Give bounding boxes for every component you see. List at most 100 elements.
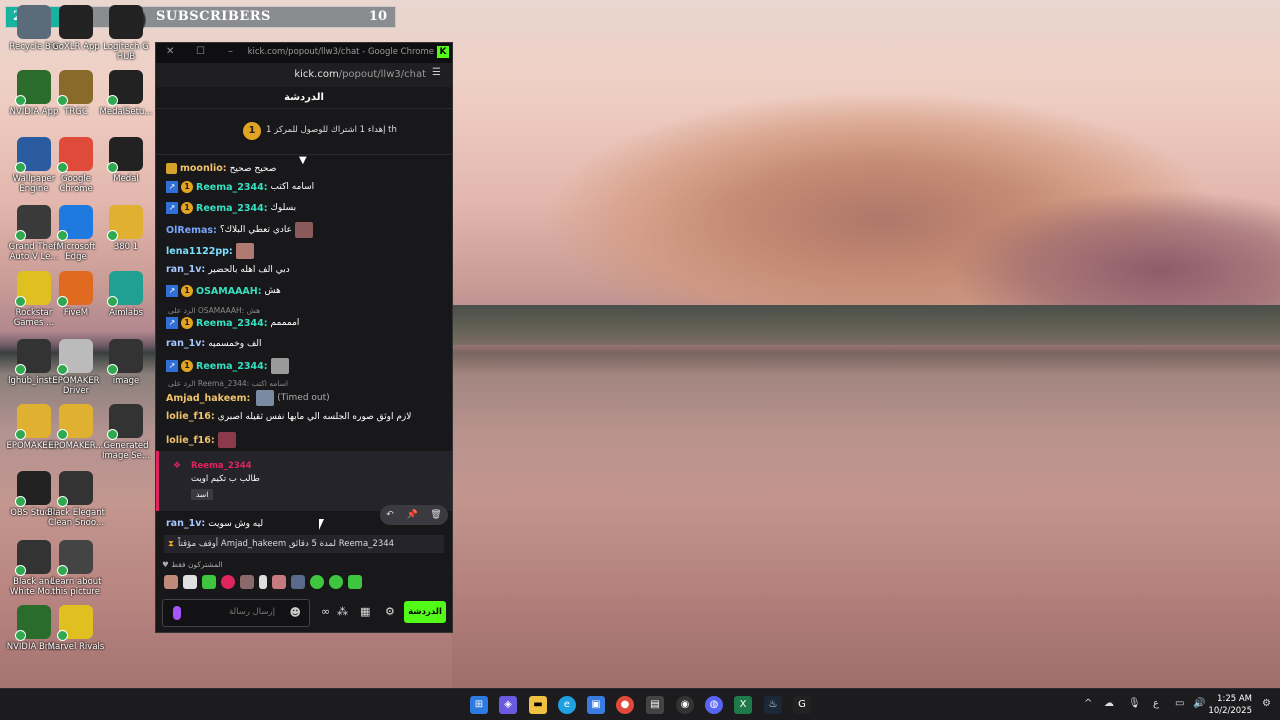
chat-message[interactable]: OlRemas: عادي تعطي البلاك؟ bbox=[166, 222, 313, 238]
highlighted-message[interactable]: ❖ Reema_2344 طالب ب تكيم اويت اسد bbox=[156, 451, 452, 511]
emote-row bbox=[164, 575, 362, 589]
reply-reference[interactable]: الرد على Reema_2344: اسامه اكتب bbox=[168, 379, 288, 388]
mic-icon[interactable] bbox=[173, 606, 181, 620]
emote-button[interactable] bbox=[202, 575, 216, 589]
chat-username[interactable]: Reema_2344: bbox=[196, 318, 268, 329]
chat-username[interactable]: ran_1v: bbox=[166, 264, 205, 275]
desktop-icon[interactable]: MedalSetu... bbox=[95, 70, 157, 117]
chat-message[interactable]: ↗ 1 OSAMAAAH: هش bbox=[166, 285, 281, 297]
gift-leaderboard-banner[interactable]: 1 إهداء 1 اشتراك للوصول للمركز 1 th bbox=[156, 109, 452, 155]
chat-message[interactable]: moonlio: صحيح صحيح bbox=[166, 163, 276, 174]
highlight-icon: ❖ bbox=[173, 461, 182, 471]
onedrive-icon[interactable]: ☁ bbox=[1104, 698, 1114, 709]
chat-username[interactable]: lena1122pp: bbox=[166, 246, 233, 257]
github-icon[interactable]: ◉ bbox=[676, 696, 694, 714]
microphone-icon[interactable]: 🎙 bbox=[1128, 698, 1141, 709]
edge-icon[interactable]: e bbox=[558, 696, 576, 714]
desktop-icon[interactable]: 380 1 bbox=[95, 205, 157, 252]
chat-username[interactable]: moonlio: bbox=[180, 163, 227, 174]
chat-message[interactable]: ↗ 1 Reema_2344: اممممم bbox=[166, 317, 299, 329]
sync-status-icon bbox=[57, 95, 68, 106]
calculator-icon[interactable]: ▤ bbox=[646, 696, 664, 714]
maximize-window-icon[interactable]: ☐ bbox=[196, 46, 205, 57]
pin-icon[interactable]: 📌 bbox=[406, 510, 417, 520]
emote-button[interactable] bbox=[221, 575, 235, 589]
chat-text: دبي الف اهله بالحضير bbox=[208, 264, 290, 275]
desktop-icon[interactable]: Learn about this picture bbox=[45, 540, 107, 597]
chat-message[interactable]: ↗ 1 Reema_2344: اسامه اكتب bbox=[166, 181, 314, 193]
chat-send-button[interactable]: الدردشة bbox=[404, 601, 446, 623]
emoji-icon[interactable]: ☻ bbox=[290, 606, 301, 619]
desktop-icon[interactable]: Marvel Rivals bbox=[45, 605, 107, 652]
chat-username[interactable]: Reema_2344: bbox=[196, 182, 268, 193]
emote-button[interactable] bbox=[164, 575, 178, 589]
chat-username[interactable]: Amjad_hakeem: bbox=[166, 393, 250, 404]
emote-button[interactable] bbox=[183, 575, 197, 589]
emote-button[interactable] bbox=[348, 575, 362, 589]
settings-gear-icon[interactable]: ⚙ bbox=[385, 605, 395, 618]
desktop-icon[interactable]: Medal bbox=[95, 137, 157, 184]
emote-button[interactable] bbox=[259, 575, 267, 589]
desktop-icon[interactable]: Logitech G HUB bbox=[95, 5, 157, 62]
chat-username[interactable]: OlRemas: bbox=[166, 225, 217, 236]
chat-message[interactable]: ↗ 1 Reema_2344: bbox=[166, 358, 289, 374]
emote-button[interactable] bbox=[240, 575, 254, 589]
sync-status-icon bbox=[15, 296, 26, 307]
emote-button[interactable] bbox=[310, 575, 324, 589]
file-explorer-icon[interactable]: ▬ bbox=[529, 696, 547, 714]
chat-message[interactable]: Amjad_hakeem: (Timed out) bbox=[166, 390, 330, 406]
highlight-username[interactable]: Reema_2344 bbox=[191, 461, 252, 471]
window-title: kick.com/popout/llw3/chat - Google Chrom… bbox=[247, 47, 434, 57]
chat-text: اممممم bbox=[270, 318, 300, 328]
language-indicator[interactable]: ع bbox=[1153, 698, 1159, 709]
chat-message[interactable]: ran_1v: ليه وش سويت bbox=[166, 518, 263, 529]
infinity-icon[interactable]: ∞ bbox=[321, 605, 330, 618]
minimize-window-icon[interactable]: – bbox=[228, 46, 233, 57]
desktop-icon[interactable]: Generated Image Se... bbox=[95, 404, 157, 461]
desktop-icon[interactable]: Aimlabs bbox=[95, 271, 157, 318]
reply-icon[interactable]: ↶ bbox=[386, 510, 394, 520]
chat-message[interactable]: lolie_f16: bbox=[166, 432, 236, 448]
sync-status-icon bbox=[107, 296, 118, 307]
close-window-icon[interactable]: ✕ bbox=[166, 46, 174, 57]
chat-message[interactable]: ran_1v: الف وخمسميه bbox=[166, 338, 262, 349]
steam-icon[interactable]: ♨ bbox=[764, 696, 782, 714]
delete-icon[interactable]: 🗑 bbox=[430, 510, 441, 520]
emote-button[interactable] bbox=[291, 575, 305, 589]
chat-username[interactable]: ran_1v: bbox=[166, 518, 205, 529]
start-icon[interactable]: ⊞ bbox=[470, 696, 488, 714]
clock[interactable]: 1:25 AM 10/2/2025 bbox=[1208, 693, 1252, 717]
logitech-ghub-icon[interactable]: G bbox=[793, 696, 811, 714]
volume-icon[interactable]: 🔊 bbox=[1193, 698, 1205, 709]
store-app-icon[interactable]: ▣ bbox=[587, 696, 605, 714]
chat-message[interactable]: ran_1v: دبي الف اهله بالحضير bbox=[166, 264, 290, 275]
discord-icon[interactable]: ◍ bbox=[705, 696, 723, 714]
excel-icon[interactable]: X bbox=[734, 696, 752, 714]
chat-username[interactable]: Reema_2344: bbox=[196, 361, 268, 372]
store-icon[interactable]: ▦ bbox=[360, 605, 370, 618]
chat-username[interactable]: OSAMAAAH: bbox=[196, 286, 262, 297]
notification-icon[interactable]: ⚙ bbox=[1262, 698, 1271, 709]
emote-button[interactable] bbox=[329, 575, 343, 589]
site-settings-icon[interactable]: ☰ bbox=[432, 67, 446, 81]
copilot-icon[interactable]: ◈ bbox=[499, 696, 517, 714]
emote-button[interactable] bbox=[272, 575, 286, 589]
url-text[interactable]: kick.com/popout/llw3/chat bbox=[294, 69, 426, 80]
network-icon[interactable]: ▭ bbox=[1175, 698, 1184, 709]
address-bar[interactable]: kick.com/popout/llw3/chat ☰ bbox=[156, 63, 452, 87]
desktop-icon[interactable]: Black Elegant Clean Snoo... bbox=[45, 471, 107, 528]
chat-message[interactable]: ↗ 1 Reema_2344: بسلوك bbox=[166, 202, 296, 214]
community-icon[interactable]: ⁂ bbox=[337, 605, 348, 618]
reply-reference[interactable]: الرد على OSAMAAAH: هش bbox=[168, 306, 260, 315]
tray-chevron-icon[interactable]: ^ bbox=[1084, 698, 1092, 709]
chat-message[interactable]: lena1122pp: bbox=[166, 243, 254, 259]
chat-username[interactable]: lolie_f16: bbox=[166, 435, 215, 446]
chat-message-input[interactable]: إرسال رسالة ☻ bbox=[162, 599, 310, 627]
chat-username[interactable]: ran_1v: bbox=[166, 338, 205, 349]
app-icon bbox=[57, 471, 93, 507]
chat-message[interactable]: lolie_f16: لازم اوثق صوره الجلسه الي مابه… bbox=[166, 411, 411, 422]
chat-username[interactable]: Reema_2344: bbox=[196, 203, 268, 214]
chat-username[interactable]: lolie_f16: bbox=[166, 411, 215, 422]
desktop-icon[interactable]: image bbox=[95, 339, 157, 386]
chrome-icon[interactable]: ● bbox=[616, 696, 634, 714]
